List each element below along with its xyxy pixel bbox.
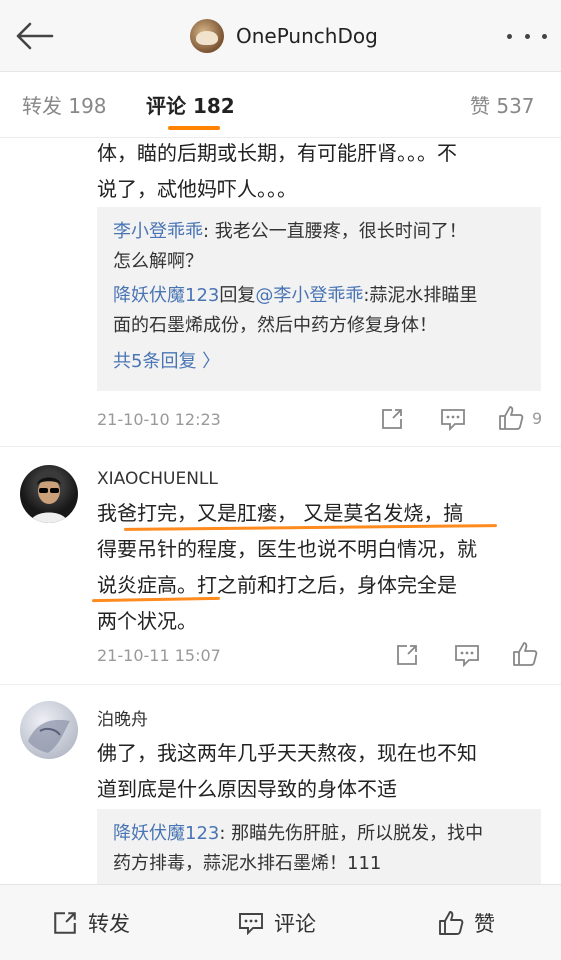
reply-username[interactable]: 李小登乖乖 bbox=[113, 221, 203, 242]
comment-text: 我爸打完，又是肛瘘， 又是莫名发烧，搞 得要吊针的程度，医生也说不明白情况，就 … bbox=[97, 501, 477, 633]
top-bar: OnePunchDog bbox=[0, 0, 561, 72]
avatar[interactable] bbox=[190, 19, 224, 53]
tab-bar: 转发 198 评论 182 赞 537 bbox=[0, 72, 561, 138]
repost-action-button[interactable]: 转发 bbox=[52, 907, 130, 939]
reply-text: 药方排毒，蒜泥水排石墨烯！111 bbox=[113, 853, 382, 874]
like-button[interactable]: 9 bbox=[498, 405, 542, 431]
like-count: 9 bbox=[532, 408, 543, 428]
repost-button[interactable] bbox=[380, 407, 404, 431]
comment-timestamp: 21-10-10 12:23 bbox=[97, 410, 221, 429]
reply-item: 降妖伏魔123: 那瞄先伤肝脏，所以脱发，找中 bbox=[113, 823, 484, 844]
reply-box[interactable]: 李小登乖乖: 我老公一直腰疼，很长时间了！ 怎么解啊？ 降妖伏魔123回复@李小… bbox=[97, 207, 541, 391]
tab-likes[interactable]: 赞 537 bbox=[470, 90, 535, 119]
comment-icon bbox=[239, 913, 263, 935]
share-icon bbox=[397, 645, 417, 665]
arrow-left-icon bbox=[16, 22, 54, 50]
repost-button[interactable] bbox=[395, 643, 419, 667]
reply-item: 李小登乖乖: 我老公一直腰疼，很长时间了！ bbox=[113, 221, 467, 242]
page-title: OnePunchDog bbox=[236, 24, 378, 48]
share-icon bbox=[54, 912, 76, 934]
back-button[interactable] bbox=[12, 14, 56, 58]
like-button[interactable] bbox=[512, 641, 538, 667]
reply-text: 面的石墨烯成份，然后中药方修复身体！ bbox=[113, 315, 437, 336]
tab-repost[interactable]: 转发 198 bbox=[22, 90, 107, 119]
like-label: 赞 bbox=[474, 912, 495, 936]
reply-item: 降妖伏魔123回复@李小登乖乖:蒜泥水排瞄里 bbox=[113, 285, 478, 306]
mention-link[interactable]: @李小登乖乖 bbox=[255, 285, 363, 306]
reply-username[interactable]: 降妖伏魔123 bbox=[113, 285, 219, 306]
comment-text: 佛了，我这两年几乎天天熬夜，现在也不知 道到底是什么原因导致的身体不适 bbox=[97, 741, 477, 801]
share-icon bbox=[382, 409, 402, 429]
profile-title[interactable]: OnePunchDog bbox=[190, 16, 378, 56]
tab-comments[interactable]: 评论 182 bbox=[146, 90, 235, 119]
divider bbox=[0, 446, 561, 447]
more-replies-link[interactable]: 共5条回复 〉 bbox=[113, 347, 525, 377]
comment-username[interactable]: XIAOCHUENLL bbox=[97, 469, 218, 489]
avatar[interactable] bbox=[20, 701, 78, 759]
comment-button[interactable] bbox=[454, 643, 480, 667]
reply-username[interactable]: 降妖伏魔123 bbox=[113, 823, 219, 844]
bottom-action-bar: 转发 评论 赞 bbox=[0, 884, 561, 960]
reply-box[interactable]: 降妖伏魔123: 那瞄先伤肝脏，所以脱发，找中 药方排毒，蒜泥水排石墨烯！111 bbox=[97, 809, 541, 884]
reply-text: 怎么解啊？ bbox=[113, 251, 203, 272]
repost-label: 转发 bbox=[88, 912, 130, 936]
comment-action-button[interactable]: 评论 bbox=[238, 907, 316, 939]
comment-icon bbox=[441, 409, 465, 431]
comment-label: 评论 bbox=[274, 912, 316, 936]
divider bbox=[0, 684, 561, 685]
comment-list: 体，瞄的后期或长期，有可能肝肾。。。不 说了，忒他妈吓人。。。 李小登乖乖: 我… bbox=[0, 139, 561, 884]
active-tab-indicator bbox=[168, 126, 220, 130]
thumbs-up-icon bbox=[499, 406, 524, 430]
comment-button[interactable] bbox=[440, 407, 466, 431]
thumbs-up-icon bbox=[439, 911, 464, 935]
comment-icon bbox=[455, 645, 479, 667]
avatar[interactable] bbox=[20, 465, 78, 523]
comment-text: 体，瞄的后期或长期，有可能肝肾。。。不 说了，忒他妈吓人。。。 bbox=[97, 141, 457, 201]
comment-timestamp: 21-10-11 15:07 bbox=[97, 646, 221, 665]
more-dots-icon[interactable] bbox=[507, 24, 547, 48]
like-action-button[interactable]: 赞 bbox=[438, 907, 495, 939]
thumbs-up-icon bbox=[513, 642, 538, 666]
comment-username[interactable]: 泊晚舟 bbox=[97, 705, 148, 730]
